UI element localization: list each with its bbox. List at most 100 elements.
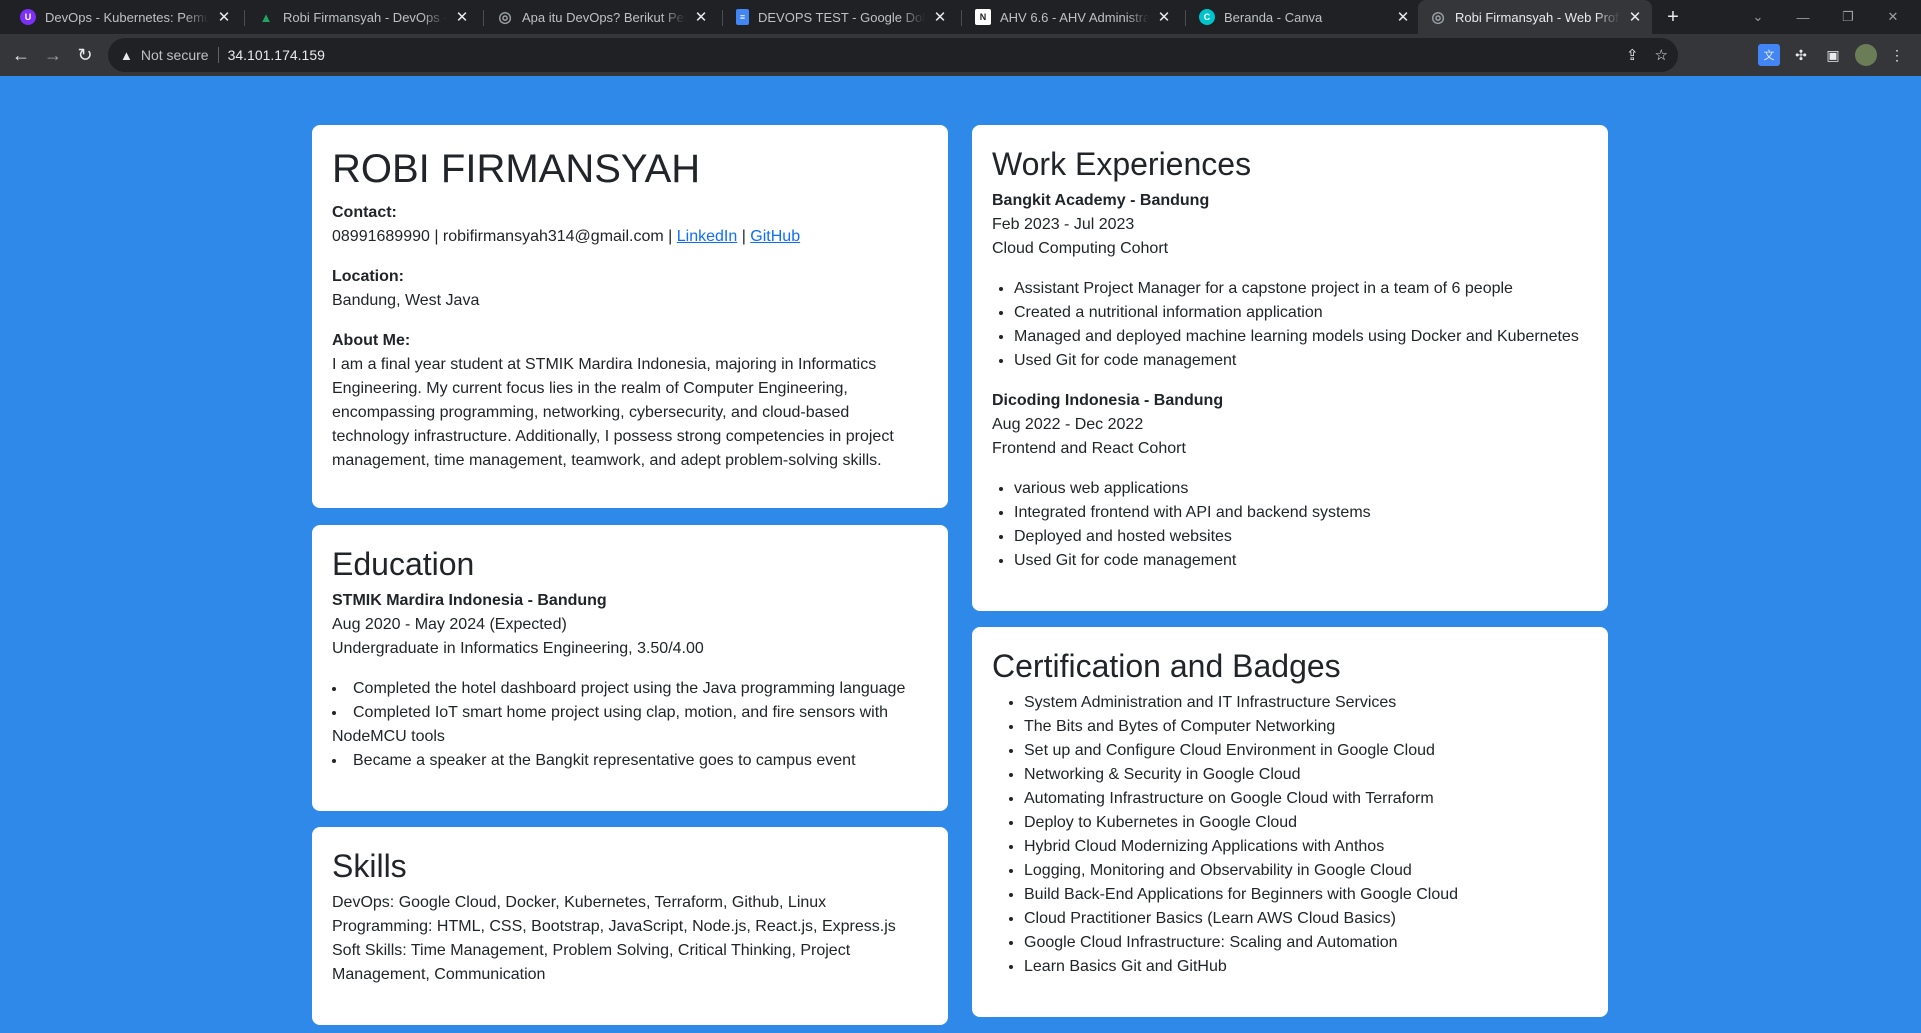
warning-triangle-icon[interactable]: ▲ — [120, 48, 133, 63]
browser-toolbar: ← → ↻ ▲ Not secure 34.101.174.159 ⇪ ☆ 文 … — [0, 34, 1921, 76]
restore-button[interactable]: ❐ — [1828, 0, 1868, 34]
more-menu-icon[interactable]: ⋮ — [1886, 44, 1908, 66]
github-link[interactable]: GitHub — [750, 228, 800, 245]
job-role: Cloud Computing Cohort — [992, 240, 1169, 258]
minimize-button[interactable]: — — [1783, 0, 1823, 34]
list-item: Completed the hotel dashboard project us… — [332, 677, 928, 701]
skills-soft: Soft Skills: Time Management, Problem So… — [332, 942, 851, 984]
tab-separator — [961, 10, 962, 26]
list-item: various web applications — [1014, 477, 1588, 501]
work-card: Work Experiences Bangkit Academy - Bandu… — [972, 125, 1608, 611]
tab-search-chevron-icon[interactable]: ⌄ — [1738, 0, 1778, 34]
skills-card: Skills DevOps: Google Cloud, Docker, Kub… — [312, 827, 948, 1025]
close-window-button[interactable]: ✕ — [1873, 0, 1913, 34]
globe-icon: ◎ — [1431, 9, 1445, 26]
nutanix-favicon-icon: N — [975, 9, 991, 25]
close-tab-icon[interactable]: ✕ — [453, 8, 471, 26]
certifications-heading: Certification and Badges — [992, 648, 1341, 684]
education-list: Completed the hotel dashboard project us… — [332, 677, 928, 773]
job-duties-list: Assistant Project Manager for a capstone… — [992, 277, 1588, 373]
list-item: Became a speaker at the Bangkit represen… — [332, 749, 928, 773]
list-item: Logging, Monitoring and Observability in… — [1024, 859, 1588, 883]
share-icon[interactable]: ⇪ — [1626, 46, 1639, 64]
tab-separator — [722, 10, 723, 26]
list-item: Hybrid Cloud Modernizing Applications wi… — [1024, 835, 1588, 859]
close-tab-icon[interactable]: ✕ — [1626, 8, 1644, 26]
tab-title: DEVOPS TEST - Google Dokumen — [758, 9, 925, 25]
education-card: Education STMIK Mardira Indonesia - Band… — [312, 525, 948, 811]
list-item: Cloud Practitioner Basics (Learn AWS Clo… — [1024, 907, 1588, 931]
contact-label: Contact: — [332, 204, 397, 221]
tab-devops-kubernetes[interactable]: U DevOps - Kubernetes: Pemula sampai Mah… — [8, 0, 241, 34]
list-item: Used Git for code management — [1014, 349, 1588, 373]
list-item: Deploy to Kubernetes in Google Cloud — [1024, 811, 1588, 835]
tab-title: Robi Firmansyah - Web Profile — [1455, 9, 1620, 25]
skills-programming: Programming: HTML, CSS, Bootstrap, JavaS… — [332, 918, 896, 936]
forward-arrow-icon[interactable]: → — [39, 41, 67, 69]
close-tab-icon[interactable]: ✕ — [215, 8, 233, 26]
tab-devops-test-doc[interactable]: ≡ DEVOPS TEST - Google Dokumen ✕ — [724, 0, 957, 34]
location-text: Bandung, West Java — [332, 292, 480, 309]
list-item: System Administration and IT Infrastruct… — [1024, 691, 1588, 715]
tab-ahv-guide[interactable]: N AHV 6.6 - AHV Administration Guide ✕ — [963, 0, 1181, 34]
tab-title: Beranda - Canva — [1224, 9, 1323, 25]
contact-separator: | — [737, 228, 751, 245]
list-item: Managed and deployed machine learning mo… — [1014, 325, 1588, 349]
location-label: Location: — [332, 268, 404, 285]
url-text[interactable]: 34.101.174.159 — [228, 47, 325, 63]
tab-separator — [483, 10, 484, 26]
profile-name: ROBI FIRMANSYAH — [332, 147, 701, 191]
list-item: Assistant Project Manager for a capstone… — [1014, 277, 1588, 301]
google-docs-favicon-icon: ≡ — [736, 9, 749, 25]
reload-icon[interactable]: ↻ — [71, 41, 99, 69]
tab-google-drive[interactable]: ▲ Robi Firmansyah - DevOps - Google Driv… — [246, 0, 479, 34]
tab-strip: U DevOps - Kubernetes: Pemula sampai Mah… — [0, 0, 1921, 34]
security-label[interactable]: Not secure — [141, 47, 209, 63]
extensions-puzzle-icon[interactable]: ✣ — [1790, 44, 1812, 66]
list-item: Deployed and hosted websites — [1014, 525, 1588, 549]
translate-extension-icon[interactable]: 文 — [1758, 44, 1780, 66]
linkedin-link[interactable]: LinkedIn — [677, 228, 738, 245]
profile-card: ROBI FIRMANSYAH Contact: 08991689990 | r… — [312, 125, 948, 508]
tab-apa-itu-devops[interactable]: ◎ Apa itu DevOps? Berikut Penjelasannya … — [485, 0, 718, 34]
side-panel-icon[interactable]: ▣ — [1822, 44, 1844, 66]
certifications-list: System Administration and IT Infrastruct… — [992, 691, 1588, 979]
new-tab-button[interactable]: + — [1661, 0, 1685, 34]
close-tab-icon[interactable]: ✕ — [692, 8, 710, 26]
globe-icon: ◎ — [498, 9, 512, 26]
education-degree: Undergraduate in Informatics Engineering… — [332, 640, 704, 658]
job-period: Feb 2023 - Jul 2023 — [992, 216, 1135, 234]
list-item: Integrated frontend with API and backend… — [1014, 501, 1588, 525]
education-heading: Education — [332, 546, 475, 582]
tab-separator — [244, 10, 245, 26]
list-item: Build Back-End Applications for Beginner… — [1024, 883, 1588, 907]
tab-web-profile[interactable]: ◎ Robi Firmansyah - Web Profile ✕ — [1418, 0, 1652, 34]
profile-avatar[interactable] — [1855, 44, 1877, 66]
google-drive-favicon-icon: ▲ — [259, 9, 273, 25]
certifications-card: Certification and Badges System Administ… — [972, 627, 1608, 1017]
close-tab-icon[interactable]: ✕ — [931, 8, 949, 26]
list-item: Networking & Security in Google Cloud — [1024, 763, 1588, 787]
address-bar[interactable]: ▲ Not secure 34.101.174.159 ⇪ ☆ — [108, 38, 1678, 72]
job-org: Bangkit Academy - Bandung — [992, 192, 1210, 210]
omnibox-actions: ⇪ ☆ — [1626, 38, 1668, 72]
job-role: Frontend and React Cohort — [992, 440, 1186, 458]
contact-info: 08991689990 | robifirmansyah314@gmail.co… — [332, 225, 928, 249]
tab-title: DevOps - Kubernetes: Pemula sampai Mahir — [45, 9, 209, 25]
list-item: Learn Basics Git and GitHub — [1024, 955, 1588, 979]
close-tab-icon[interactable]: ✕ — [1155, 8, 1173, 26]
list-item: Google Cloud Infrastructure: Scaling and… — [1024, 931, 1588, 955]
education-period: Aug 2020 - May 2024 (Expected) — [332, 616, 567, 634]
back-arrow-icon[interactable]: ← — [7, 41, 35, 69]
education-institution: STMIK Mardira Indonesia - Bandung — [332, 592, 607, 610]
skills-devops: DevOps: Google Cloud, Docker, Kubernetes… — [332, 894, 827, 912]
job-org: Dicoding Indonesia - Bandung — [992, 392, 1224, 410]
work-heading: Work Experiences — [992, 146, 1252, 182]
tab-title: AHV 6.6 - AHV Administration Guide — [1000, 9, 1149, 25]
tab-canva[interactable]: C Beranda - Canva ✕ — [1187, 0, 1420, 34]
close-tab-icon[interactable]: ✕ — [1394, 8, 1412, 26]
tab-title: Robi Firmansyah - DevOps - Google Drive — [283, 9, 447, 25]
bookmark-star-icon[interactable]: ☆ — [1655, 46, 1668, 64]
list-item: Used Git for code management — [1014, 549, 1588, 573]
tab-separator — [1185, 10, 1186, 26]
